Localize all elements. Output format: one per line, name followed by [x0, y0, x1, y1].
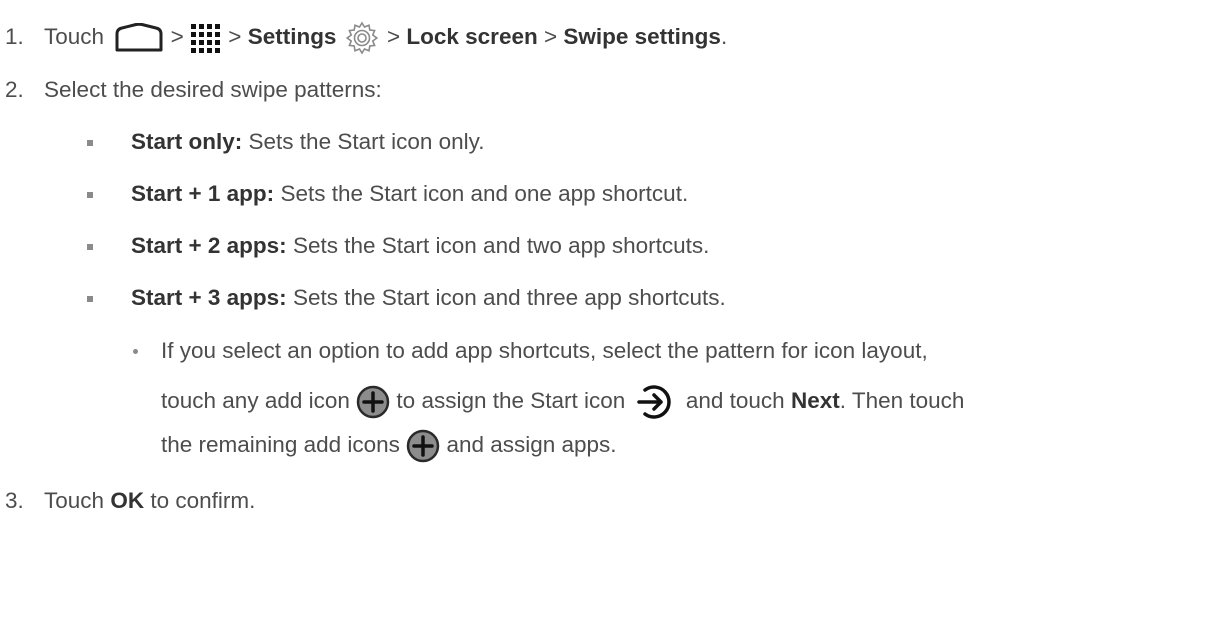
- option-label: Start + 1 app:: [131, 181, 275, 206]
- option-start-2-apps: Start + 2 apps: Sets the Start icon and …: [131, 231, 709, 261]
- subnote-line-1: If you select an option to add app short…: [161, 338, 928, 363]
- next-label: Next: [790, 388, 840, 413]
- option-label: Start + 2 apps:: [131, 233, 287, 258]
- option-label: Start + 3 apps:: [131, 285, 287, 310]
- step-text: Select the desired swipe patterns:: [44, 77, 382, 102]
- bullet: [87, 244, 93, 250]
- subnote-line-3: the remaining add icons and assign apps.: [161, 427, 617, 463]
- bullet: [87, 140, 93, 146]
- swipe-settings-label: Swipe settings: [563, 23, 721, 49]
- sub-bullet: [133, 349, 138, 354]
- home-icon: [115, 23, 163, 52]
- ok-label: OK: [110, 488, 145, 513]
- option-start-only: Start only: Sets the Start icon only.: [131, 127, 485, 157]
- instructions-page: { "steps": [ { "num": "1.", "touch": "To…: [0, 0, 1208, 629]
- add-icon: [406, 429, 440, 463]
- option-start-3-apps: Start + 3 apps: Sets the Start icon and …: [131, 283, 726, 313]
- option-desc: Sets the Start icon and three app shortc…: [292, 285, 726, 310]
- bullet: [87, 296, 93, 302]
- start-arrow-icon: [636, 385, 671, 419]
- step-number: 2.: [5, 77, 24, 102]
- apps-grid-icon: [191, 24, 221, 53]
- bullet: [87, 192, 93, 198]
- option-desc: Sets the Start icon and two app shortcut…: [292, 233, 710, 258]
- option-label: Start only:: [131, 129, 243, 154]
- step-1: 1. Touch > > Settings > Lock screen > Sw…: [5, 21, 727, 55]
- step-text: Touch: [44, 23, 105, 49]
- step-3: 3. Touch OK to confirm.: [5, 488, 256, 513]
- add-icon: [356, 385, 390, 419]
- step-number: 1.: [5, 23, 24, 49]
- option-start-1-app: Start + 1 app: Sets the Start icon and o…: [131, 179, 688, 209]
- lock-screen-label: Lock screen: [406, 23, 538, 49]
- settings-gear-icon: [345, 21, 378, 55]
- step-2: 2. Select the desired swipe patterns:: [5, 75, 382, 105]
- subnote-line-2: touch any add icon to assign the Start i…: [161, 383, 964, 420]
- step-number: 3.: [5, 488, 24, 513]
- option-desc: Sets the Start icon only.: [248, 129, 485, 154]
- option-desc: Sets the Start icon and one app shortcut…: [280, 181, 689, 206]
- settings-label: Settings: [247, 23, 337, 49]
